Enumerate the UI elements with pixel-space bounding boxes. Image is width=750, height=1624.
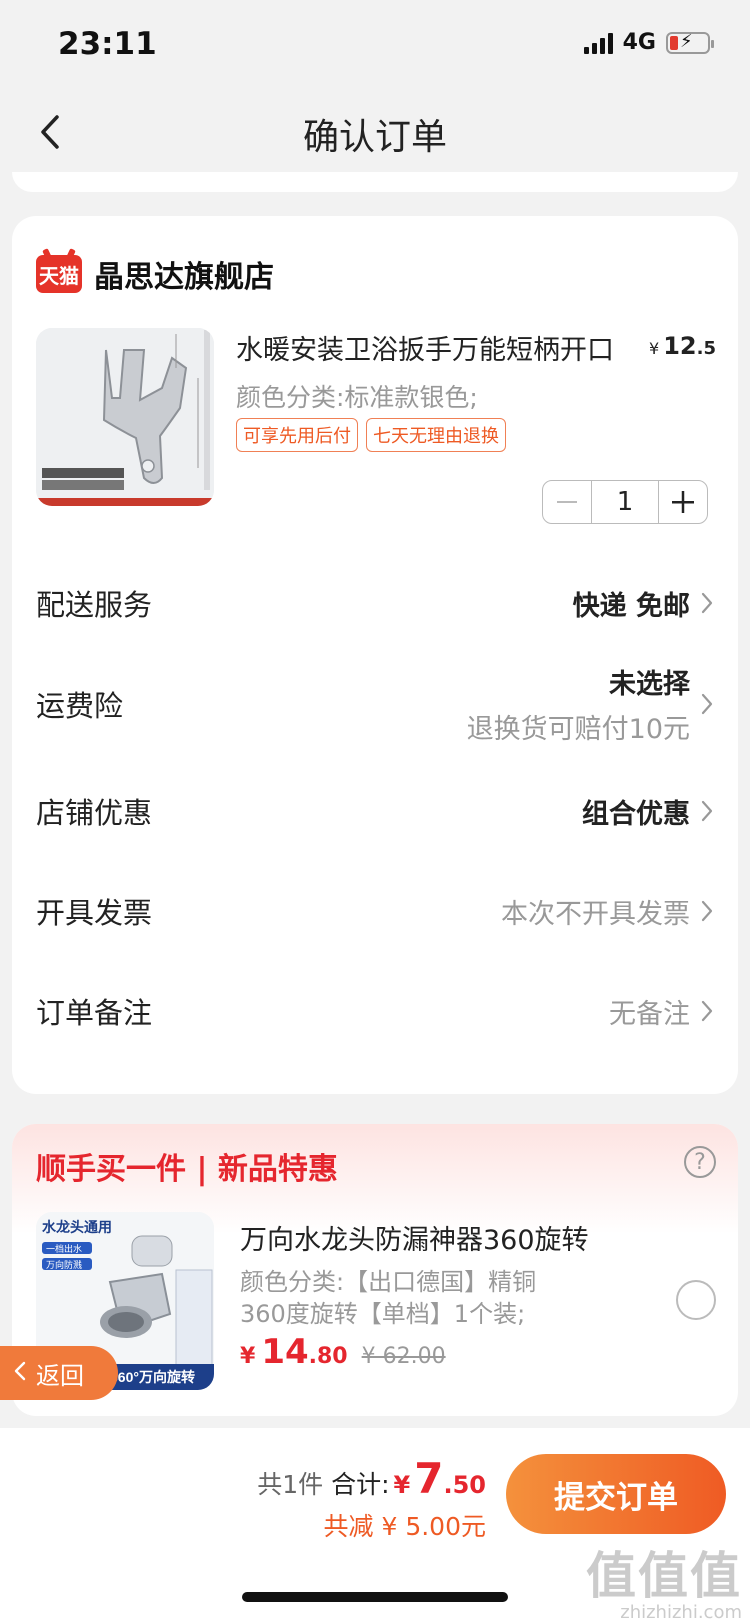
signal-icon — [583, 32, 613, 54]
chevron-right-icon — [698, 588, 716, 618]
quantity-minus-button[interactable] — [543, 481, 592, 523]
total-label: 合计: — [331, 1470, 390, 1499]
watermark-logo: 值值值 — [586, 1547, 742, 1605]
order-note-value: 无备注 — [609, 998, 690, 1030]
promo-price-currency: ¥ — [240, 1344, 256, 1369]
submit-order-button[interactable]: 提交订单 — [506, 1454, 726, 1534]
chevron-right-icon — [698, 689, 716, 719]
chevron-left-icon — [14, 1361, 26, 1385]
store-discount-row[interactable]: 店铺优惠 组合优惠 — [36, 790, 716, 832]
insurance-value: 未选择 — [609, 669, 690, 700]
invoice-value: 本次不开具发票 — [501, 898, 690, 930]
promo-product-name[interactable]: 万向水龙头防漏神器360旋转 — [240, 1218, 589, 1257]
store-header[interactable]: 天猫 晶思达旗舰店 — [36, 252, 274, 296]
order-note-row[interactable]: 订单备注 无备注 — [36, 990, 716, 1032]
price-integer: 12 — [663, 332, 697, 360]
invoice-label: 开具发票 — [36, 896, 153, 930]
insurance-label: 运费险 — [36, 689, 124, 723]
order-note-label: 订单备注 — [36, 996, 153, 1030]
address-card-edge — [12, 172, 738, 192]
store-card: 天猫 晶思达旗舰店 水暖安装卫浴扳手万能短柄开口 ¥12.5 颜色分类:标准款银… — [12, 216, 738, 1094]
watermark: 值值值 zhizhizhi.com — [586, 1536, 742, 1623]
promo-image-title: 水龙头通用 — [42, 1219, 112, 1235]
insurance-sub: 退换货可赔付10元 — [466, 714, 690, 745]
quantity-value[interactable]: 1 — [592, 481, 658, 523]
discount-total: 共减 ¥ 5.00元 — [323, 1512, 486, 1541]
price-decimal: .5 — [696, 338, 716, 359]
total-integer: 7 — [414, 1454, 444, 1503]
store-discount-value: 组合优惠 — [582, 798, 690, 830]
floating-back-label: 返回 — [36, 1361, 84, 1390]
product-title[interactable]: 水暖安装卫浴扳手万能短柄开口 — [236, 328, 614, 367]
page-title: 确认订单 — [302, 117, 447, 158]
tag-return: 七天无理由退换 — [366, 418, 506, 452]
home-indicator[interactable] — [242, 1592, 508, 1602]
price-currency: ¥ — [649, 339, 660, 358]
delivery-value: 快递 免邮 — [572, 590, 690, 622]
total-currency: ¥ — [393, 1471, 411, 1499]
status-time: 23:11 — [58, 26, 157, 62]
help-icon[interactable]: ? — [684, 1146, 716, 1178]
promo-product-sku-line2: 360度旋转【单档】1个装; — [240, 1300, 526, 1328]
status-icons: 4G ⚡ — [583, 30, 714, 55]
nav-bar: 确认订单 — [0, 90, 750, 176]
delivery-label: 配送服务 — [36, 588, 153, 622]
tag-pay-later: 可享先用后付 — [236, 418, 358, 452]
total-decimal: .50 — [443, 1471, 486, 1499]
promo-product-price: ¥14.80 ¥ 62.00 — [240, 1332, 446, 1372]
chevron-right-icon — [698, 996, 716, 1026]
order-summary: 共1件 合计: ¥ 7 .50 共减 ¥ 5.00元 — [257, 1454, 486, 1543]
product-tags: 可享先用后付 七天无理由退换 — [236, 418, 506, 452]
promo-image-tag1: 一档出水 — [46, 1243, 82, 1254]
promo-select-radio[interactable] — [676, 1280, 716, 1320]
delivery-row[interactable]: 配送服务 快递 免邮 — [36, 582, 716, 624]
quantity-plus-button[interactable] — [658, 481, 707, 523]
insurance-row[interactable]: 运费险 未选择 退换货可赔付10元 — [36, 662, 716, 746]
status-bar: 23:11 4G ⚡ — [0, 0, 750, 90]
floating-back-button[interactable]: 返回 — [0, 1346, 118, 1400]
promo-image-bottom: 360°万向旋转 — [110, 1369, 195, 1385]
invoice-row[interactable]: 开具发票 本次不开具发票 — [36, 890, 716, 932]
battery-icon: ⚡ — [666, 31, 714, 54]
chevron-right-icon — [698, 896, 716, 926]
promo-price-integer: 14 — [261, 1332, 309, 1372]
promo-title: 顺手买一件 | 新品特惠 — [36, 1152, 338, 1187]
product-price: ¥12.5 — [649, 332, 716, 360]
tmall-badge: 天猫 — [36, 255, 82, 293]
product-image[interactable] — [36, 328, 214, 506]
store-discount-label: 店铺优惠 — [36, 796, 153, 830]
store-name: 晶思达旗舰店 — [94, 260, 274, 295]
chevron-right-icon — [698, 796, 716, 826]
quantity-stepper: 1 — [542, 480, 708, 524]
promo-product-sku-line1: 颜色分类:【出口德国】精铜 — [240, 1268, 537, 1296]
network-label: 4G — [622, 30, 656, 55]
promo-old-price: ¥ 62.00 — [361, 1344, 446, 1369]
product-sku[interactable]: 颜色分类:标准款银色; — [236, 378, 478, 414]
promo-image-tag2: 万向防溅 — [46, 1259, 82, 1270]
promo-price-decimal: .80 — [308, 1344, 348, 1369]
item-count: 共1件 — [257, 1470, 324, 1499]
promo-card: 顺手买一件 | 新品特惠 ? 水龙头通用 一档出水 万向防溅 360°万向旋转 … — [12, 1124, 738, 1416]
